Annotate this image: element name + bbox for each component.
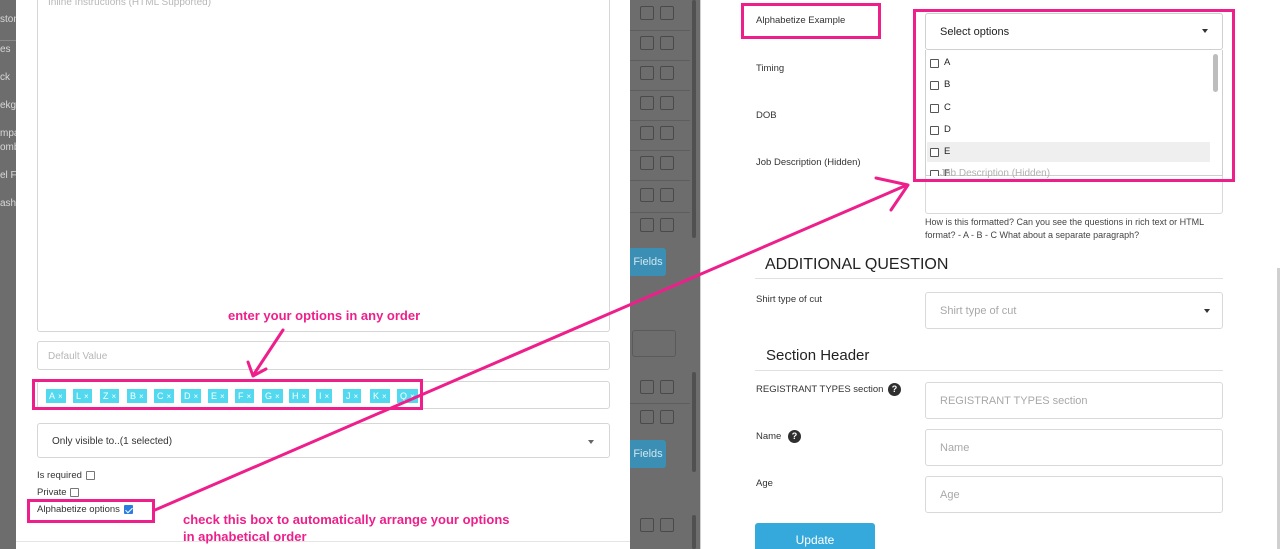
- annotation-arrows: [153, 176, 910, 512]
- arrow-head-dropdown: [874, 176, 910, 212]
- arrow-to-dropdown: [153, 183, 909, 512]
- arrow-to-options: [252, 328, 285, 376]
